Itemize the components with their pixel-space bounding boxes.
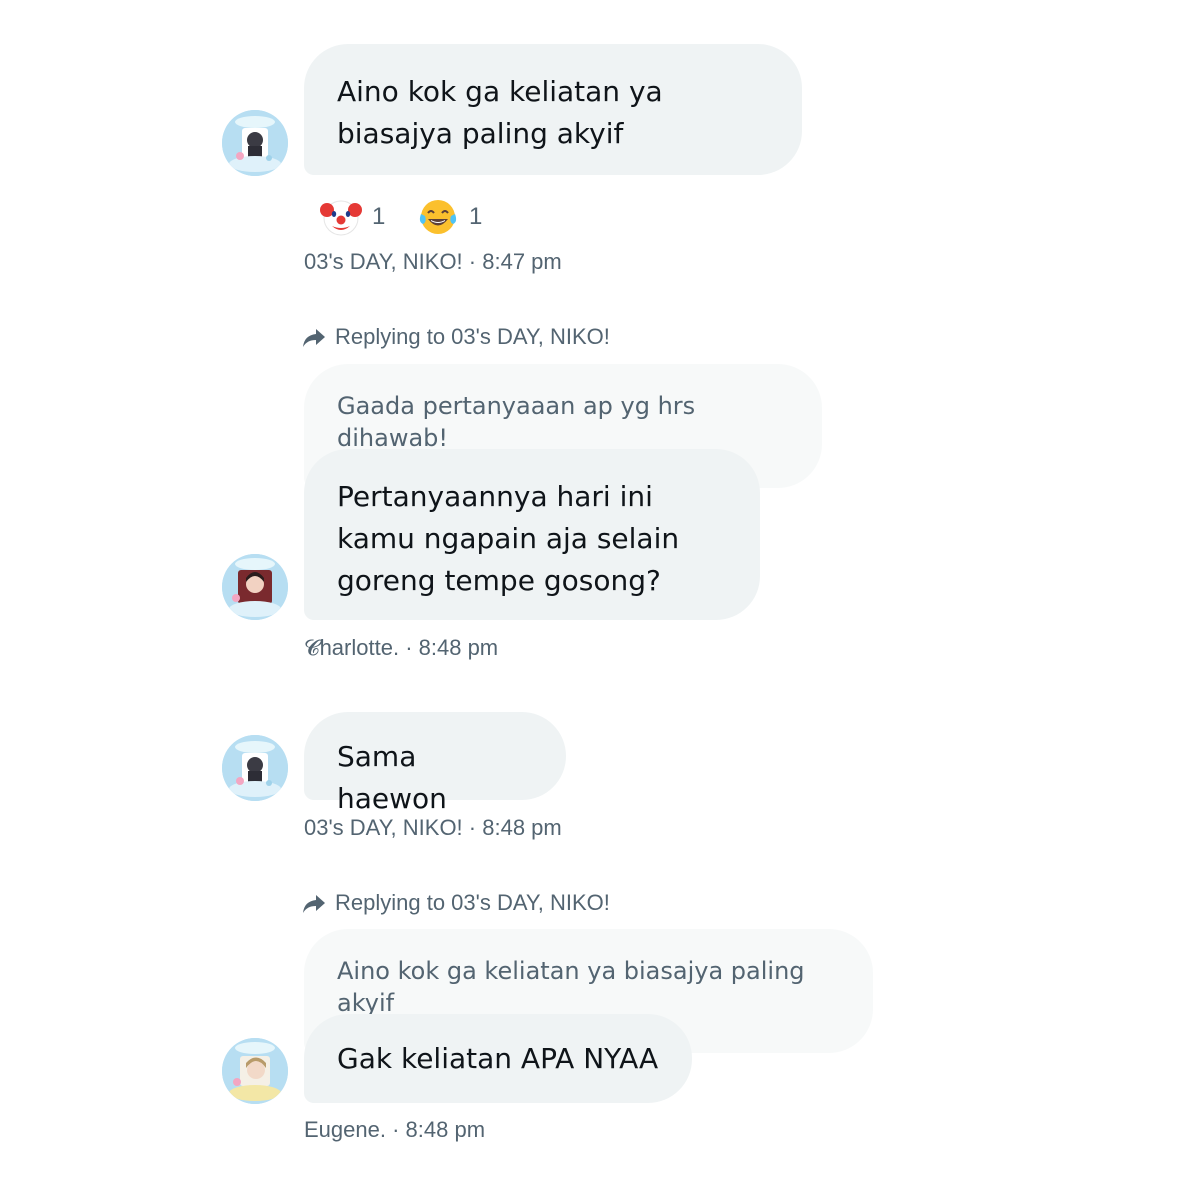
reply-arrow-icon xyxy=(303,329,325,347)
message-text: Pertanyaannya hari ini kamu ngapain aja … xyxy=(337,480,680,597)
reaction-count: 1 xyxy=(372,203,386,230)
clown-face-icon xyxy=(320,200,362,236)
avatar[interactable] xyxy=(222,735,288,801)
meta-separator: · xyxy=(385,1117,406,1142)
sender-name[interactable]: 03's DAY, NIKO! xyxy=(304,249,463,274)
meta-separator: · xyxy=(462,249,483,274)
timestamp: 8:48 pm xyxy=(482,815,562,840)
message-meta: Eugene. · 8:48 pm xyxy=(304,1117,485,1143)
reaction-count: 1 xyxy=(469,203,483,230)
avatar[interactable] xyxy=(222,1038,288,1104)
meta-separator: · xyxy=(399,635,419,660)
sender-name[interactable]: 03's DAY, NIKO! xyxy=(304,815,463,840)
message-text: Aino kok ga keliatan ya biasajya paling … xyxy=(337,75,663,150)
message-text: Sama haewon xyxy=(337,740,447,815)
reply-label: Replying to 03's DAY, NIKO! xyxy=(335,324,610,349)
message-text: Gak keliatan APA NYAA xyxy=(337,1042,659,1075)
message-meta: 𝓒harlotte. · 8:48 pm xyxy=(304,635,498,661)
sender-name[interactable]: Eugene. xyxy=(304,1117,386,1142)
reply-arrow-icon xyxy=(303,895,325,913)
message-bubble[interactable]: Gak keliatan APA NYAA xyxy=(304,1014,692,1103)
message-bubble[interactable]: Aino kok ga keliatan ya biasajya paling … xyxy=(304,44,802,175)
reply-context[interactable]: Replying to 03's DAY, NIKO! xyxy=(302,890,610,916)
sender-name[interactable]: 𝓒harlotte. xyxy=(304,635,399,660)
avatar[interactable] xyxy=(222,110,288,176)
message-meta: 03's DAY, NIKO! · 8:47 pm xyxy=(304,249,562,275)
message-bubble[interactable]: Pertanyaannya hari ini kamu ngapain aja … xyxy=(304,449,760,620)
timestamp: 8:48 pm xyxy=(405,1117,486,1142)
reply-context[interactable]: Replying to 03's DAY, NIKO! xyxy=(302,324,610,350)
quoted-text: Aino kok ga keliatan ya biasajya paling … xyxy=(337,957,805,1017)
reaction-laugh[interactable]: 1 xyxy=(417,196,482,238)
quoted-text: Gaada pertanyaaan ap yg hrs dihawab! xyxy=(337,392,696,452)
meta-separator: · xyxy=(462,815,483,840)
reaction-clown[interactable]: 1 xyxy=(320,196,385,238)
timestamp: 8:48 pm xyxy=(418,635,499,660)
message-bubble[interactable]: Sama haewon xyxy=(304,712,566,815)
timestamp: 8:47 pm xyxy=(482,249,562,274)
reply-label: Replying to 03's DAY, NIKO! xyxy=(335,890,610,915)
avatar[interactable] xyxy=(222,554,288,620)
tears-of-joy-icon xyxy=(419,200,457,234)
message-meta: 03's DAY, NIKO! · 8:48 pm xyxy=(304,815,562,841)
